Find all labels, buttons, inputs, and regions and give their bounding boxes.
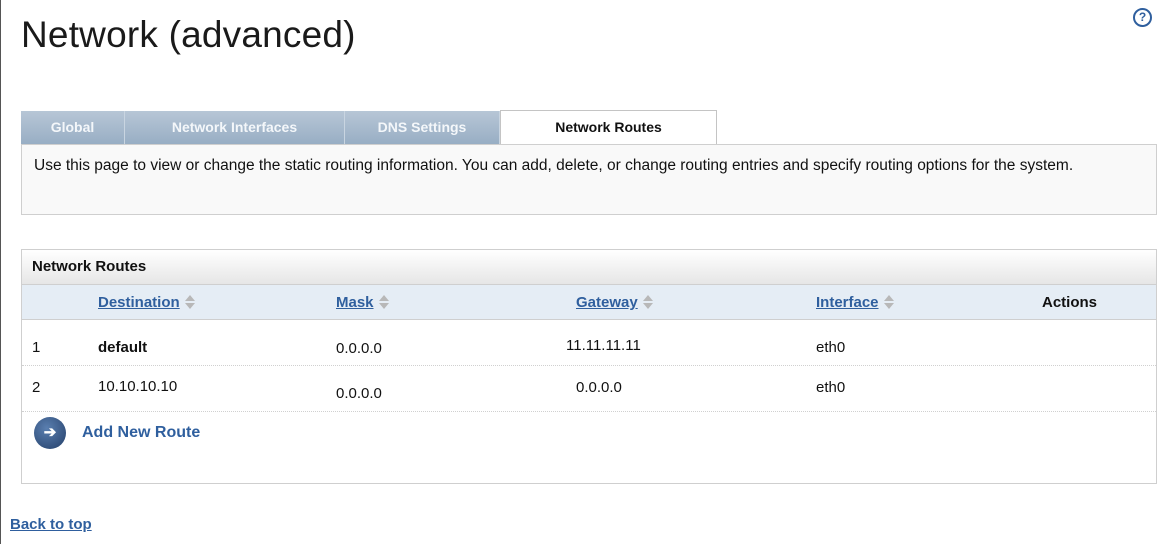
route-interface: eth0 <box>816 339 846 356</box>
column-header-mask-label[interactable]: Mask <box>336 294 374 311</box>
column-header-gateway-label[interactable]: Gateway <box>576 294 638 311</box>
page-description: Use this page to view or change the stat… <box>21 144 1157 215</box>
column-header-mask[interactable]: Mask <box>336 294 389 311</box>
route-gateway: 0.0.0.0 <box>576 379 622 396</box>
route-destination: 10.10.10.10 <box>98 378 178 395</box>
row-index: 1 <box>32 339 41 356</box>
add-new-route-link[interactable]: Add New Route <box>82 424 200 442</box>
sort-icon[interactable] <box>378 295 389 309</box>
column-header-actions: Actions <box>1042 294 1098 311</box>
route-mask: 0.0.0.0 <box>336 385 382 402</box>
sort-icon[interactable] <box>184 295 195 309</box>
tab-global[interactable]: Global <box>21 111 125 144</box>
network-routes-panel: Network Routes Destination Mask Gateway … <box>21 249 1157 484</box>
add-route-row: ➔ Add New Route <box>22 412 1156 460</box>
tab-dns-settings[interactable]: DNS Settings <box>345 111 500 144</box>
table-row[interactable]: 2 10.10.10.10 0.0.0.0 0.0.0.0 eth0 <box>22 366 1156 412</box>
sort-icon[interactable] <box>642 295 653 309</box>
sort-icon[interactable] <box>883 295 894 309</box>
tab-bar: Global Network Interfaces DNS Settings N… <box>21 110 717 144</box>
route-interface: eth0 <box>816 379 846 396</box>
table-row[interactable]: 1 default 0.0.0.0 11.11.11.11 eth0 <box>22 320 1156 366</box>
row-index: 2 <box>32 379 41 396</box>
column-header-destination-label[interactable]: Destination <box>98 294 180 311</box>
column-header-destination[interactable]: Destination <box>98 294 195 311</box>
panel-title: Network Routes <box>22 250 1156 285</box>
help-icon[interactable]: ? <box>1133 8 1152 27</box>
page-left-border <box>0 0 1 544</box>
column-header-gateway[interactable]: Gateway <box>576 294 653 311</box>
column-header-interface-label[interactable]: Interface <box>816 294 879 311</box>
back-to-top-link[interactable]: Back to top <box>10 516 92 533</box>
route-destination: default <box>98 339 148 356</box>
arrow-right-icon[interactable]: ➔ <box>34 417 66 449</box>
tab-network-interfaces[interactable]: Network Interfaces <box>125 111 345 144</box>
column-header-interface[interactable]: Interface <box>816 294 894 311</box>
route-mask: 0.0.0.0 <box>336 340 382 357</box>
tab-network-routes[interactable]: Network Routes <box>500 110 717 144</box>
route-gateway: 11.11.11.11 <box>566 337 641 354</box>
table-header-row: Destination Mask Gateway Interface Actio… <box>22 285 1156 320</box>
page-title: Network (advanced) <box>21 14 356 55</box>
